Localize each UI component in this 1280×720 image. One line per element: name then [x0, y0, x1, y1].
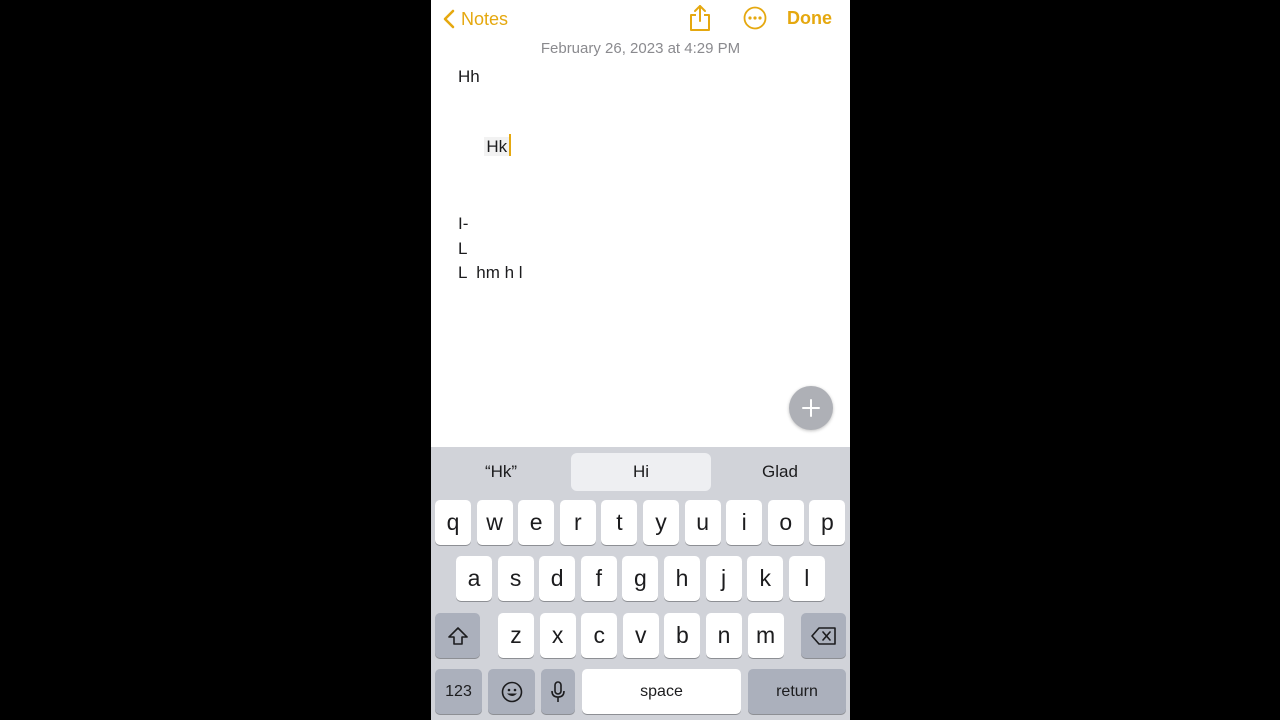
key-w[interactable]: w: [476, 500, 513, 545]
key-a[interactable]: a: [456, 556, 492, 601]
key-e[interactable]: e: [518, 500, 555, 545]
key-x[interactable]: x: [539, 613, 576, 658]
more-button[interactable]: [743, 6, 767, 30]
back-label: Notes: [461, 8, 509, 29]
back-button[interactable]: Notes: [443, 6, 508, 32]
share-icon: [690, 5, 710, 31]
key-h[interactable]: h: [664, 556, 700, 601]
key-z[interactable]: z: [498, 613, 534, 658]
emoji-key[interactable]: [488, 669, 535, 714]
dictation-key[interactable]: [541, 669, 575, 714]
suggestion-item-selected[interactable]: Hi: [571, 453, 711, 491]
key-l[interactable]: l: [788, 556, 825, 601]
key-n[interactable]: n: [706, 613, 742, 658]
key-b[interactable]: b: [664, 613, 701, 658]
key-t[interactable]: t: [601, 500, 638, 545]
share-button[interactable]: [688, 4, 712, 32]
note-line-text: Hk: [484, 137, 510, 156]
note-line: I-: [458, 214, 469, 233]
key-k[interactable]: k: [747, 556, 784, 601]
done-button[interactable]: Done: [787, 8, 832, 29]
plus-icon: [802, 399, 820, 417]
key-o[interactable]: o: [767, 500, 804, 545]
return-key[interactable]: return: [748, 669, 846, 714]
shift-key[interactable]: [435, 613, 480, 658]
key-i[interactable]: i: [726, 500, 763, 545]
numbers-key[interactable]: 123: [435, 669, 482, 714]
shift-icon: [447, 626, 468, 645]
emoji-icon: [501, 681, 522, 702]
note-line: Hh: [458, 67, 480, 86]
key-m[interactable]: m: [747, 613, 784, 658]
microphone-icon: [551, 680, 565, 702]
key-c[interactable]: c: [581, 613, 618, 658]
note-line: L hm h l: [458, 263, 523, 282]
key-d[interactable]: d: [539, 556, 576, 601]
nav-bar: Notes Done: [431, 0, 850, 40]
key-j[interactable]: j: [705, 556, 742, 601]
ellipsis-circle-icon: [743, 6, 767, 30]
note-line-current: Hk: [458, 114, 512, 177]
note-line: L: [458, 239, 468, 258]
key-y[interactable]: y: [643, 500, 679, 545]
add-attachment-button[interactable]: [789, 386, 833, 430]
key-q[interactable]: q: [435, 500, 471, 545]
space-key[interactable]: space: [582, 669, 741, 714]
keyboard: “Hk” Hi Glad qwertyuiop asdfghjkl zxcvbn…: [431, 447, 850, 720]
suggestion-item[interactable]: Glad: [710, 453, 850, 491]
key-p[interactable]: p: [809, 500, 846, 545]
key-f[interactable]: f: [580, 556, 617, 601]
chevron-left-icon: [443, 9, 455, 29]
delete-key[interactable]: [801, 613, 846, 658]
notes-app-screen: Notes Done February 26, 2023 at 4:29 PM …: [431, 0, 850, 720]
backspace-icon: [810, 626, 836, 645]
key-v[interactable]: v: [622, 613, 659, 658]
note-date: February 26, 2023 at 4:29 PM: [540, 40, 741, 57]
key-r[interactable]: r: [559, 500, 596, 545]
suggestion-item[interactable]: “Hk”: [431, 453, 571, 491]
key-g[interactable]: g: [622, 556, 659, 601]
key-s[interactable]: s: [497, 556, 534, 601]
text-cursor: [509, 134, 512, 156]
key-u[interactable]: u: [684, 500, 721, 545]
